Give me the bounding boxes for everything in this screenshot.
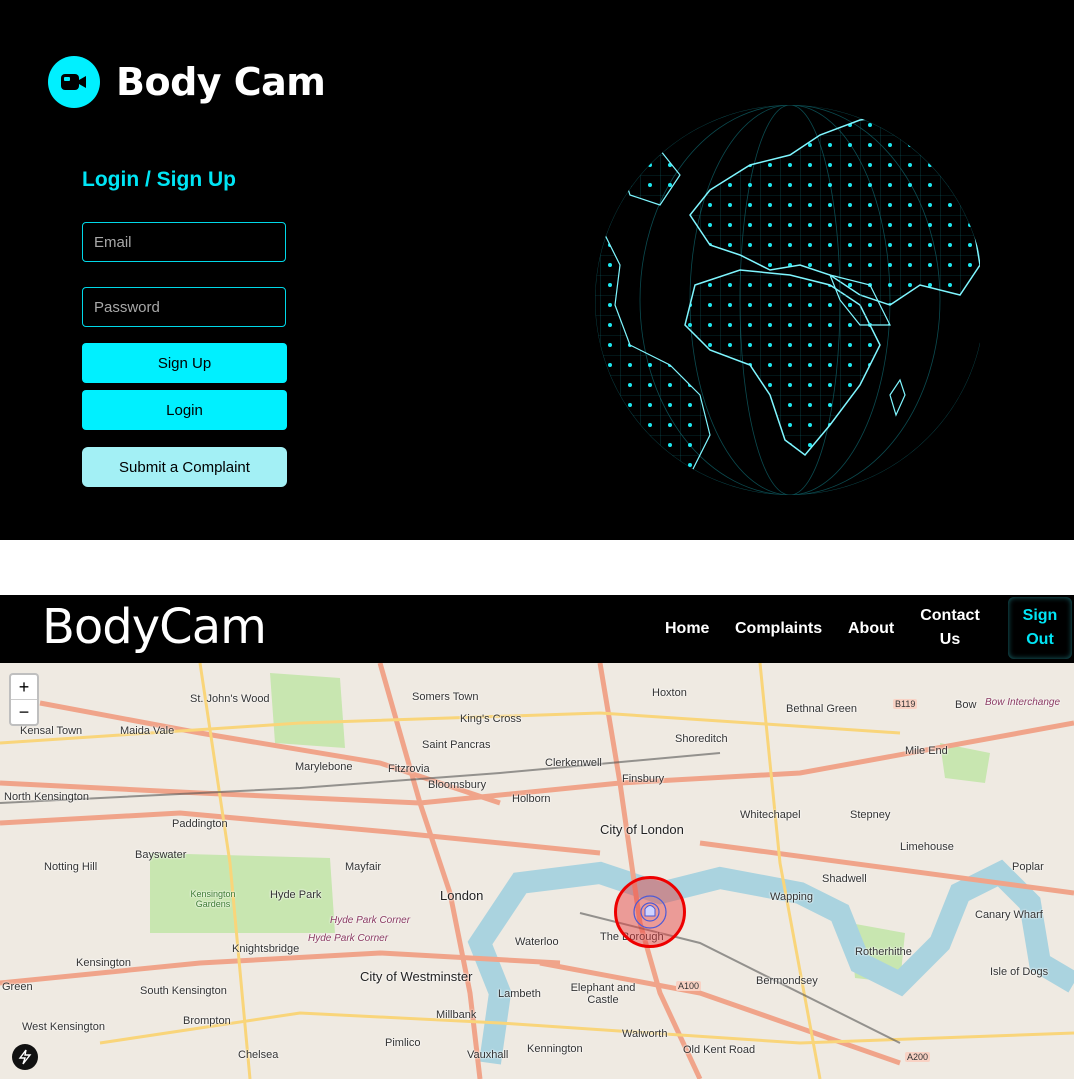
login-button[interactable]: Login: [82, 390, 287, 430]
login-panel: Body Cam Login / Sign Up Sign Up Login S…: [0, 0, 1074, 540]
map-label: Knightsbridge: [232, 943, 300, 955]
nav-link-complaints[interactable]: Complaints: [735, 617, 822, 641]
map-label: Limehouse: [900, 841, 954, 853]
map-label: Somers Town: [412, 691, 479, 703]
map-label: Rotherhithe: [855, 946, 912, 958]
map-label: Marylebone: [295, 761, 353, 773]
map-label: Kensal Town: [20, 725, 83, 737]
zoom-in-button[interactable]: +: [11, 675, 37, 700]
map-label: A200: [905, 1052, 931, 1062]
map-label: Holborn: [512, 793, 551, 805]
map-label: Hoxton: [652, 687, 687, 699]
brand-title: Body Cam: [116, 60, 326, 104]
map-label: Wapping: [770, 891, 814, 903]
map-label: Elephant and Castle: [570, 982, 636, 1006]
map-label: Kennington: [527, 1043, 583, 1055]
map-label: Canary Wharf: [975, 909, 1043, 921]
map-label: Maida Vale: [120, 725, 175, 737]
map-label: Shadwell: [822, 873, 867, 885]
map-label: Vauxhall: [467, 1049, 509, 1061]
map-label: Finsbury: [622, 773, 665, 785]
map-label: Bow Interchange: [985, 697, 1061, 708]
app-title: BodyCam: [42, 599, 267, 655]
map-label: Chelsea: [238, 1049, 279, 1061]
map-label: Hyde Park: [270, 889, 322, 901]
map-label: Bayswater: [135, 849, 187, 861]
map-label: Bloomsbury: [428, 779, 487, 791]
map-label: Walworth: [622, 1028, 668, 1040]
map-label: City of London: [600, 822, 684, 837]
map-label: Brompton: [183, 1015, 231, 1027]
email-field[interactable]: [82, 222, 286, 262]
map-label: Millbank: [436, 1009, 477, 1021]
map-label: West Kensington: [22, 1021, 105, 1033]
map-label: Shoreditch: [675, 733, 728, 745]
globe-graphic: [595, 105, 980, 495]
map-label: Bermondsey: [756, 975, 818, 987]
sign-out-button[interactable]: Sign Out: [1008, 597, 1072, 659]
password-field[interactable]: [82, 287, 286, 327]
sign-up-button[interactable]: Sign Up: [82, 343, 287, 383]
submit-complaint-button[interactable]: Submit a Complaint: [82, 447, 287, 487]
map-label: B119: [893, 699, 918, 709]
map-label: Saint Pancras: [422, 739, 491, 751]
map-label: Hyde Park Corner: [308, 933, 389, 944]
form-title: Login / Sign Up: [82, 168, 236, 191]
nav-link-about[interactable]: About: [848, 617, 894, 641]
map-label: Bow: [955, 699, 977, 711]
map-label: Fitzrovia: [388, 763, 430, 775]
map-label: Pimlico: [385, 1037, 421, 1049]
map-label: Kensington: [76, 957, 132, 969]
map-label: A100: [676, 981, 702, 991]
map-label: Stepney: [850, 809, 891, 821]
map-view[interactable]: St. John's Wood Somers Town Hoxton Bethn…: [0, 663, 1074, 1079]
map-label: Green: [2, 981, 33, 993]
map-label: Bethnal Green: [786, 703, 857, 715]
map-label: Mayfair: [345, 861, 382, 873]
map-label: Notting Hill: [44, 861, 98, 873]
map-label: North Kensington: [4, 791, 89, 803]
map-label: South Kensington: [140, 985, 227, 997]
map-label: Whitechapel: [740, 809, 801, 821]
map-label: Poplar: [1012, 861, 1044, 873]
navbar: BodyCam Home Complaints About Contact Us…: [0, 595, 1074, 663]
map-label: Old Kent Road: [683, 1044, 756, 1056]
zoom-out-button[interactable]: −: [11, 700, 37, 724]
incident-location-marker[interactable]: [614, 876, 686, 948]
bell-icon: [633, 895, 667, 929]
map-label: Lambeth: [498, 988, 541, 1000]
lightning-icon[interactable]: [12, 1044, 38, 1070]
video-camera-icon: [48, 56, 100, 108]
map-label: Isle of Dogs: [990, 966, 1049, 978]
map-label: King's Cross: [460, 713, 522, 725]
brand: Body Cam: [48, 56, 326, 108]
map-label: Paddington: [172, 818, 228, 830]
map-label: Kensington Gardens: [190, 889, 236, 909]
map-label: London: [440, 888, 484, 903]
map-label: St. John's Wood: [190, 693, 270, 705]
map-label: City of Westminster: [360, 969, 473, 984]
zoom-control: + −: [9, 673, 39, 726]
map-label: Mile End: [905, 745, 948, 757]
map-label: Hyde Park Corner: [330, 915, 411, 926]
map-label: Waterloo: [515, 936, 559, 948]
map-label: Clerkenwell: [545, 757, 602, 769]
nav-link-contact-us[interactable]: Contact Us: [918, 604, 982, 652]
nav-link-home[interactable]: Home: [665, 617, 709, 641]
